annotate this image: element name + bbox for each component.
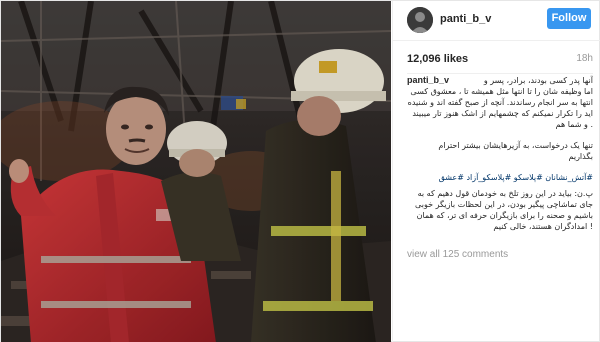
post-sidebar: panti_b_v Follow 12,096 likes 18h panti_…	[392, 1, 600, 342]
likes-count[interactable]: 12,096 likes	[407, 53, 468, 65]
caption-paragraph-3: پ.ن: بیاید در این روز تلخ به خودمان قول …	[407, 188, 593, 232]
username-link[interactable]: panti_b_v	[440, 13, 491, 25]
caption-line: ! امدادگران هستند، خالی کنیم	[493, 222, 593, 231]
caption-line: تنها یک درخواست، به آزیرهایشان بیشتر احت…	[438, 141, 593, 150]
caption-line: . و شما هم	[555, 120, 593, 129]
caption-line: اید را تکرار نمیکنم که چشمهایم از اشک هن…	[412, 109, 593, 118]
caption-line: اما وظیفه شان را تا انتها مثل همیشه تا ،…	[410, 87, 593, 96]
caption-line: انتها به سر انجام رساندند. آنچه از صبح گ…	[407, 98, 593, 107]
avatar[interactable]	[407, 7, 433, 33]
view-all-comments-link[interactable]: view all 125 comments	[407, 249, 508, 260]
caption-line: پ.ن: بیاید در این روز تلخ به خودمان قول …	[417, 189, 593, 198]
follow-button[interactable]: Follow	[547, 8, 591, 29]
post-timestamp[interactable]: 18h	[576, 53, 593, 64]
caption-paragraph-2: تنها یک درخواست، به آزیرهایشان بیشتر احت…	[407, 140, 593, 162]
post-header: panti_b_v Follow	[393, 1, 600, 41]
caption-line: جای تماشاچی پیگیر بودن، در این لحظات باز…	[415, 200, 593, 209]
caption-line: باشیم و صحنه را برای بازیگران حرفه ای تر…	[416, 211, 593, 220]
caption-username[interactable]: panti_b_v	[407, 75, 449, 86]
post-photo-image	[1, 1, 391, 342]
post-photo[interactable]	[1, 1, 391, 342]
post-caption: panti_b_v آنها پدر کسی بودند، برادر، پسر…	[407, 75, 593, 232]
caption-hashtags: #آتش_نشانان #پلاسکو #پلاسکو_آزاد #عشق	[407, 172, 593, 183]
avatar-image	[407, 7, 433, 33]
hashtag-links[interactable]: #آتش_نشانان #پلاسکو #پلاسکو_آزاد #عشق	[407, 172, 593, 183]
instagram-post: panti_b_v Follow 12,096 likes 18h panti_…	[0, 0, 600, 342]
caption-line: بگذاریم	[568, 152, 593, 161]
likes-row: 12,096 likes 18h	[407, 53, 593, 67]
divider	[407, 73, 593, 74]
